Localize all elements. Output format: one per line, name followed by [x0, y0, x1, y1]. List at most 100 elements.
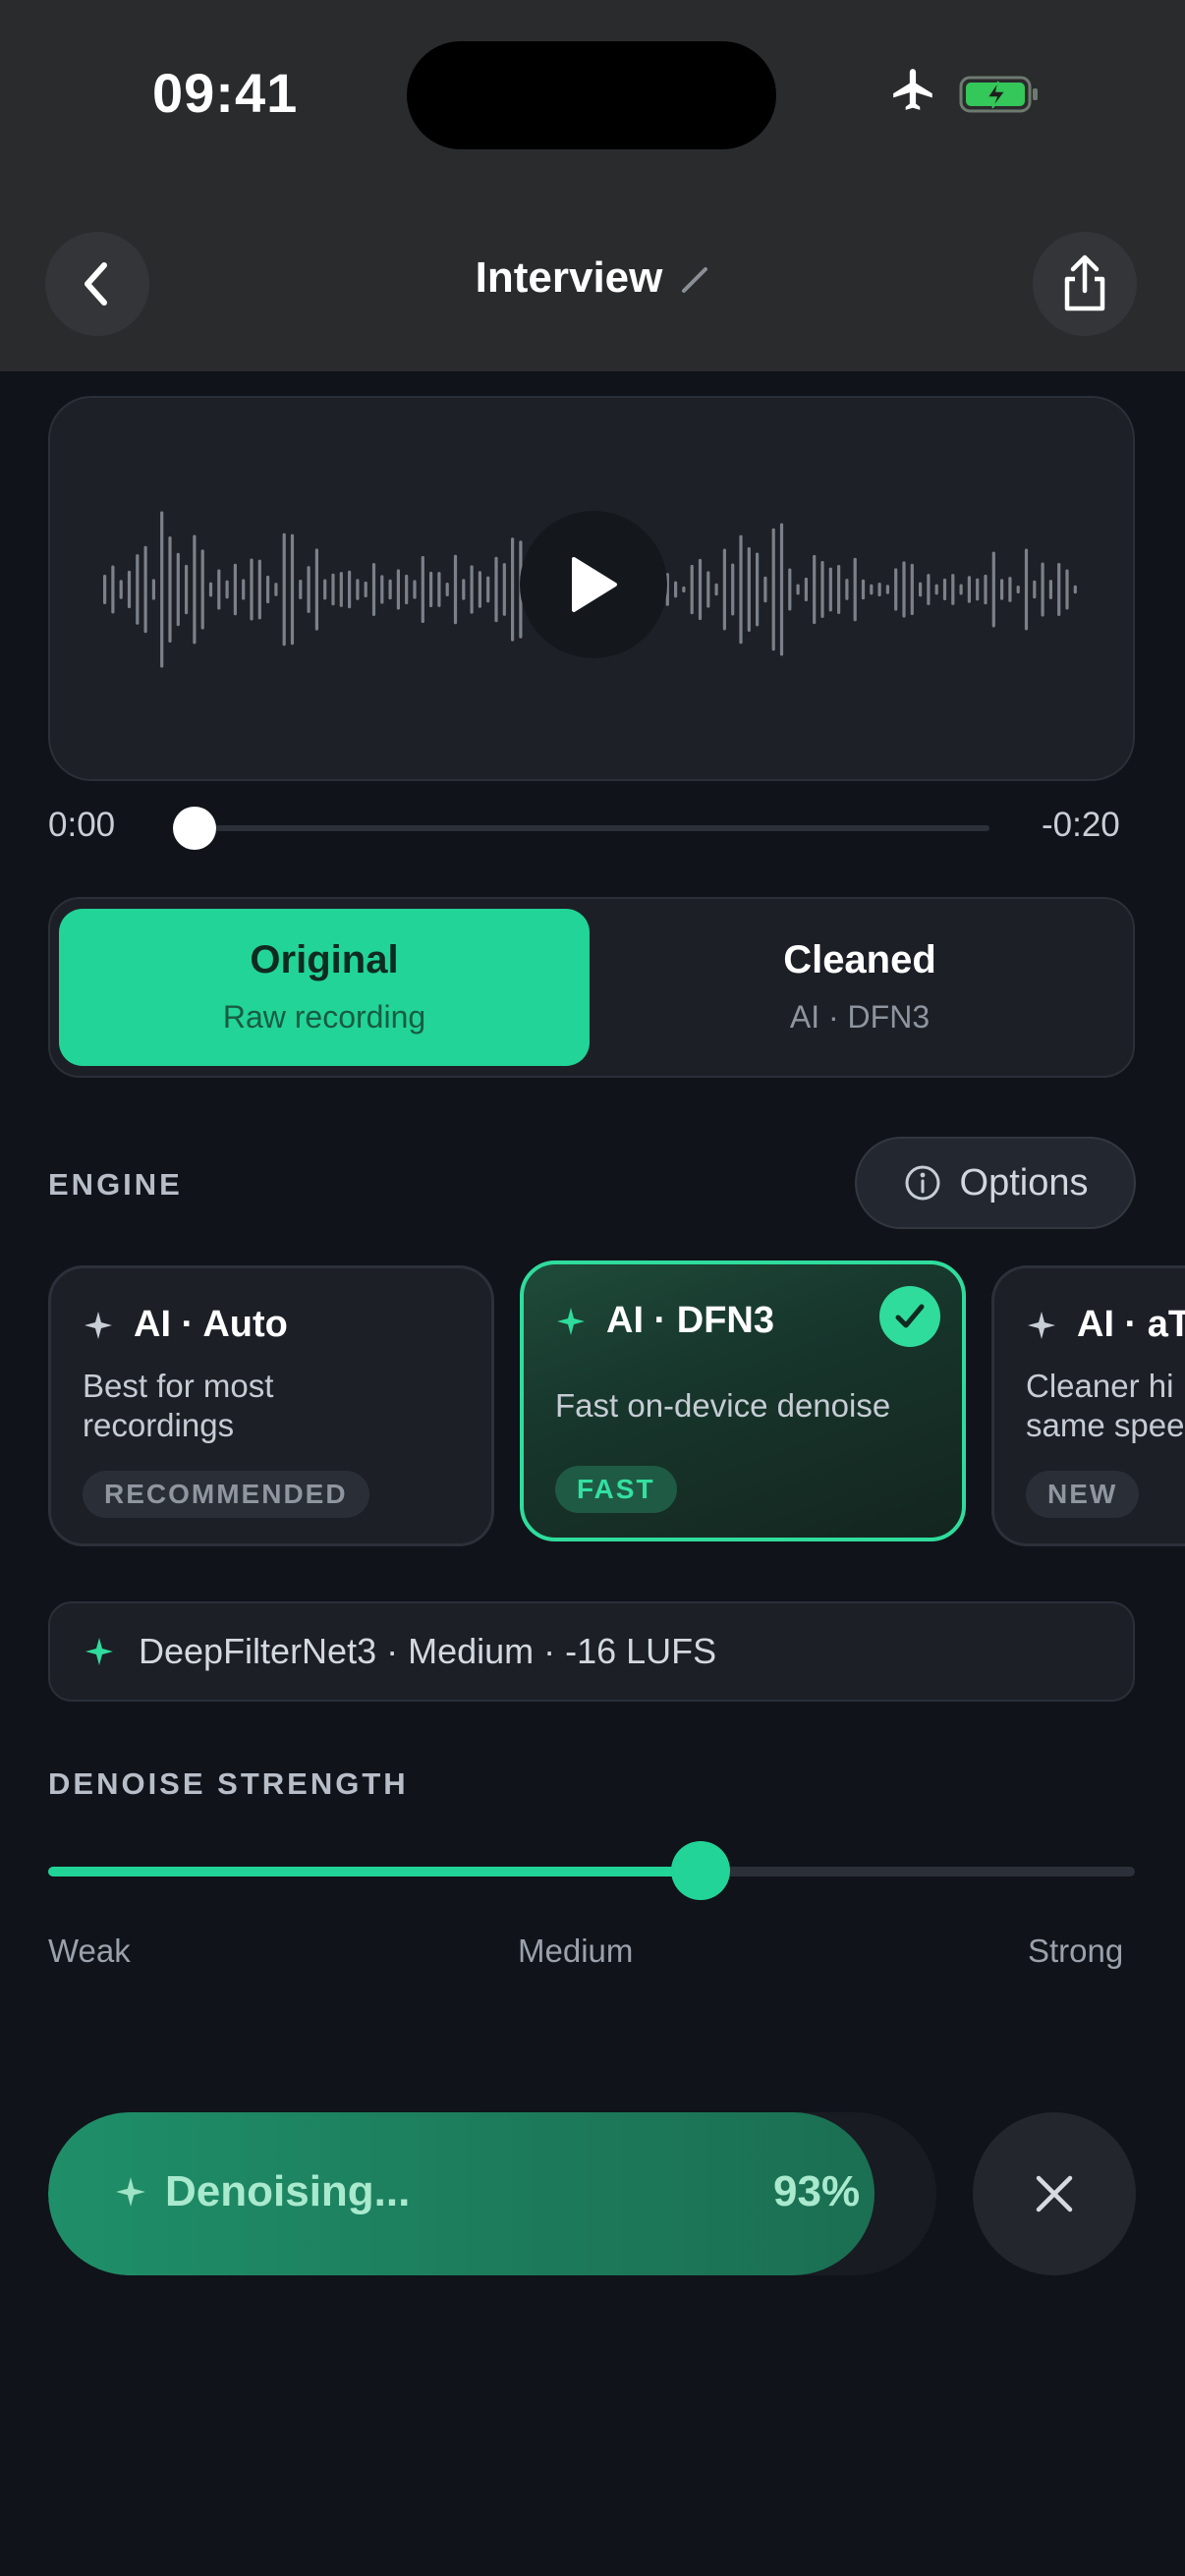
waveform-bar: [405, 574, 409, 605]
page-title[interactable]: Interview: [0, 253, 1185, 303]
engine-card-title: AI · Auto: [83, 1304, 288, 1346]
waveform-bar: [845, 579, 849, 600]
waveform-bar: [763, 576, 767, 603]
denoise-progress-text: Denoising...: [165, 2167, 411, 2215]
remaining-time: -0:20: [1042, 806, 1120, 844]
battery-charging-icon: [959, 76, 1038, 113]
waveform-bar: [470, 565, 474, 614]
engine-card-badge: FAST: [555, 1466, 677, 1513]
waveform-bar: [894, 568, 898, 611]
sparkle-icon: [1028, 1311, 1055, 1339]
waveform-bar: [690, 564, 694, 615]
waveform-bar: [478, 571, 481, 608]
play-button[interactable]: [520, 511, 667, 658]
waveform-bar: [314, 548, 318, 631]
segment-original[interactable]: [59, 909, 590, 1066]
waveform-bar: [143, 545, 147, 634]
waveform-bar: [494, 556, 498, 623]
waveform-bar: [804, 577, 808, 602]
denoise-slider-handle[interactable]: [670, 1841, 730, 1900]
segment-cleaned-title: Cleaned: [783, 938, 936, 981]
engine-section-label: ENGINE: [48, 1167, 183, 1202]
waveform-bar: [250, 558, 254, 621]
engine-summary-text: DeepFilterNet3 · Medium · -16 LUFS: [139, 1631, 717, 1671]
waveform-bar: [103, 574, 107, 605]
engine-summary-bar: DeepFilterNet3 · Medium · -16 LUFS: [48, 1601, 1135, 1702]
pencil-icon: [682, 267, 708, 294]
waveform-bar: [927, 574, 931, 605]
waveform-bar: [1048, 580, 1052, 599]
waveform-bar: [788, 568, 792, 611]
engine-card-badge: RECOMMENDED: [83, 1471, 369, 1518]
waveform-bar: [462, 579, 466, 600]
waveform-bar: [813, 554, 817, 625]
engine-card-at[interactable]: AI · aT Cleaner hi same spee NEW: [991, 1265, 1185, 1546]
waveform-bar: [348, 570, 352, 609]
waveform-bar: [1073, 585, 1077, 594]
denoise-tick-weak: Weak: [48, 1932, 131, 1969]
denoise-slider-fill: [48, 1867, 701, 1876]
waveform-bar: [502, 563, 506, 616]
waveform-bar: [682, 586, 686, 593]
waveform-bar: [380, 575, 384, 604]
denoise-progress-label: Denoising...: [114, 2167, 410, 2216]
waveform-bar: [200, 549, 204, 630]
play-icon: [572, 557, 617, 612]
waveform-bar: [870, 584, 874, 595]
waveform-bar: [445, 583, 449, 596]
waveform-bar: [902, 561, 906, 618]
waveform-bar: [233, 563, 237, 616]
waveform-bar: [1041, 562, 1044, 617]
waveform-bar: [290, 533, 295, 645]
waveform-bar: [323, 579, 327, 600]
waveform-bar: [111, 565, 115, 614]
waveform-bar: [910, 563, 914, 616]
close-icon: [1036, 2175, 1073, 2212]
waveform-bar: [160, 511, 164, 668]
page-title-text: Interview: [475, 253, 663, 302]
options-label: Options: [959, 1161, 1089, 1204]
waveform-bar: [967, 576, 971, 603]
waveform-bar: [885, 585, 889, 594]
waveform-bar: [421, 555, 424, 624]
denoise-tick-strong: Strong: [1028, 1932, 1124, 1969]
waveform-bar: [1057, 563, 1061, 616]
waveform-bar: [837, 565, 841, 614]
options-button[interactable]: Options: [855, 1137, 1136, 1229]
waveform-bar: [453, 554, 458, 625]
waveform-bar: [828, 567, 832, 612]
waveform-bar: [168, 535, 172, 644]
waveform-bar: [747, 547, 751, 632]
waveform-bar: [257, 559, 261, 620]
scrubber-track[interactable]: [195, 825, 989, 831]
sparkle-icon: [85, 1311, 112, 1339]
segment-cleaned[interactable]: [594, 909, 1125, 1066]
waveform-bar: [388, 579, 392, 600]
waveform-bar: [771, 528, 775, 651]
cancel-button[interactable]: [973, 2112, 1136, 2275]
waveform-bar: [217, 569, 221, 610]
waveform-bar: [266, 575, 270, 604]
engine-card-title: AI · DFN3: [555, 1300, 774, 1342]
engine-card-dfn3[interactable]: AI · DFN3 Fast on-device denoise FAST: [520, 1260, 966, 1541]
waveform-bar: [877, 582, 881, 597]
waveform-bar: [934, 584, 938, 595]
engine-card-auto[interactable]: AI · Auto Best for most recordings RECOM…: [48, 1265, 494, 1546]
elapsed-time: 0:00: [48, 806, 116, 844]
waveform-bar: [959, 584, 963, 595]
engine-card-title-text: AI · aT: [1077, 1304, 1185, 1345]
waveform-bar: [371, 563, 376, 616]
waveform-bar: [731, 563, 735, 616]
scrubber-handle[interactable]: [173, 807, 216, 850]
waveform-bar: [739, 534, 743, 644]
waveform-bar: [991, 551, 995, 628]
denoise-slider-track[interactable]: [48, 1867, 1135, 1876]
share-button[interactable]: [1033, 232, 1137, 336]
waveform-bar: [779, 523, 784, 656]
waveform-bar: [437, 572, 441, 607]
waveform-bar: [331, 573, 335, 606]
waveform-bar: [820, 561, 824, 618]
sparkle-icon: [116, 2177, 145, 2207]
waveform-bar: [208, 582, 213, 597]
waveform-bar: [706, 571, 710, 608]
